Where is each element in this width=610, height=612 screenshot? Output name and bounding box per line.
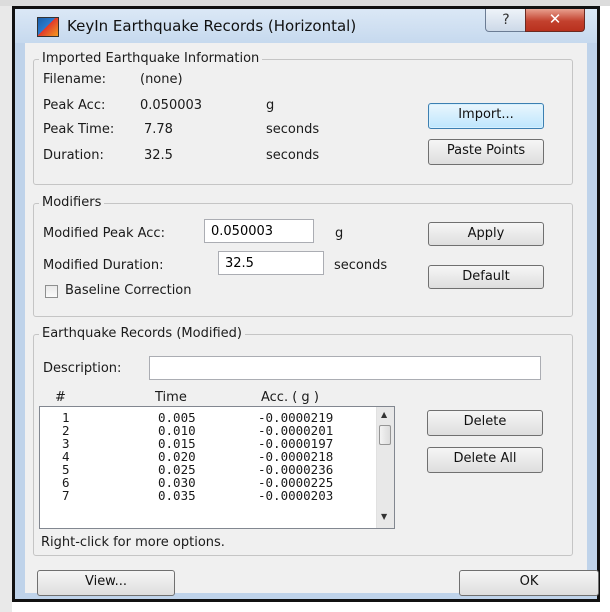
modified-peak-acc-unit: g bbox=[335, 226, 344, 241]
row-time: 0.035 bbox=[158, 488, 196, 503]
duration-value: 32.5 bbox=[144, 148, 173, 163]
imported-info-legend: Imported Earthquake Information bbox=[39, 51, 263, 66]
filename-label: Filename: bbox=[43, 72, 107, 87]
import-button[interactable]: Import... bbox=[428, 103, 544, 129]
view-button[interactable]: View... bbox=[37, 570, 175, 596]
modified-duration-input[interactable] bbox=[218, 251, 324, 275]
paste-points-button[interactable]: Paste Points bbox=[428, 139, 544, 165]
options-hint: Right-click for more options. bbox=[41, 535, 225, 550]
delete-all-button[interactable]: Delete All bbox=[427, 447, 543, 473]
modified-duration-label: Modified Duration: bbox=[43, 258, 164, 273]
records-legend: Earthquake Records (Modified) bbox=[39, 326, 245, 341]
help-icon: ? bbox=[502, 12, 510, 28]
peak-time-label: Peak Time: bbox=[43, 122, 115, 137]
scroll-down-icon[interactable]: ▼ bbox=[381, 512, 387, 521]
scroll-thumb[interactable] bbox=[379, 425, 391, 445]
baseline-correction-label[interactable]: Baseline Correction bbox=[65, 283, 192, 298]
modified-duration-unit: seconds bbox=[334, 258, 388, 273]
help-button[interactable]: ? bbox=[485, 9, 527, 32]
column-header-time[interactable]: Time bbox=[155, 390, 187, 405]
peak-time-unit: seconds bbox=[266, 122, 320, 137]
close-button[interactable]: ✕ bbox=[525, 9, 585, 32]
ok-button[interactable]: OK bbox=[459, 570, 599, 596]
close-icon: ✕ bbox=[548, 10, 562, 28]
modifiers-legend: Modifiers bbox=[39, 195, 105, 210]
filename-value: (none) bbox=[140, 72, 183, 87]
scroll-up-icon[interactable]: ▲ bbox=[381, 410, 387, 419]
delete-button[interactable]: Delete bbox=[427, 410, 543, 436]
background-window-edge bbox=[0, 0, 12, 612]
column-header-acc[interactable]: Acc. ( g ) bbox=[261, 390, 319, 405]
imported-info-group: Imported Earthquake Information Filename… bbox=[33, 51, 573, 185]
modified-peak-acc-label: Modified Peak Acc: bbox=[43, 226, 165, 241]
peak-time-value: 7.78 bbox=[144, 122, 173, 137]
peak-acc-label: Peak Acc: bbox=[43, 98, 106, 113]
dialog-client-area: Imported Earthquake Information Filename… bbox=[25, 43, 599, 596]
records-listbox[interactable]: 1 0.005 -0.0000219 2 0.010 -0.0000201 3 … bbox=[39, 406, 395, 529]
description-label: Description: bbox=[43, 361, 122, 376]
row-number: 7 bbox=[62, 488, 70, 503]
column-header-number[interactable]: # bbox=[55, 390, 66, 405]
description-input[interactable] bbox=[149, 356, 541, 380]
apply-button[interactable]: Apply bbox=[428, 222, 544, 246]
modifiers-group: Modifiers Modified Peak Acc: g Modified … bbox=[33, 195, 573, 317]
app-icon bbox=[37, 17, 59, 37]
dialog-window: KeyIn Earthquake Records (Horizontal) ? … bbox=[12, 6, 600, 602]
peak-acc-unit: g bbox=[266, 98, 275, 113]
default-button[interactable]: Default bbox=[428, 265, 544, 289]
records-scrollbar[interactable]: ▲ ▼ bbox=[376, 407, 394, 528]
title-bar[interactable]: KeyIn Earthquake Records (Horizontal) ? … bbox=[15, 9, 597, 43]
baseline-correction-checkbox[interactable] bbox=[45, 285, 58, 298]
duration-unit: seconds bbox=[266, 148, 320, 163]
row-acc: -0.0000203 bbox=[258, 488, 334, 503]
peak-acc-value: 0.050003 bbox=[140, 98, 203, 113]
window-title: KeyIn Earthquake Records (Horizontal) bbox=[67, 17, 357, 35]
modified-peak-acc-input[interactable] bbox=[204, 219, 314, 243]
duration-label: Duration: bbox=[43, 148, 104, 163]
